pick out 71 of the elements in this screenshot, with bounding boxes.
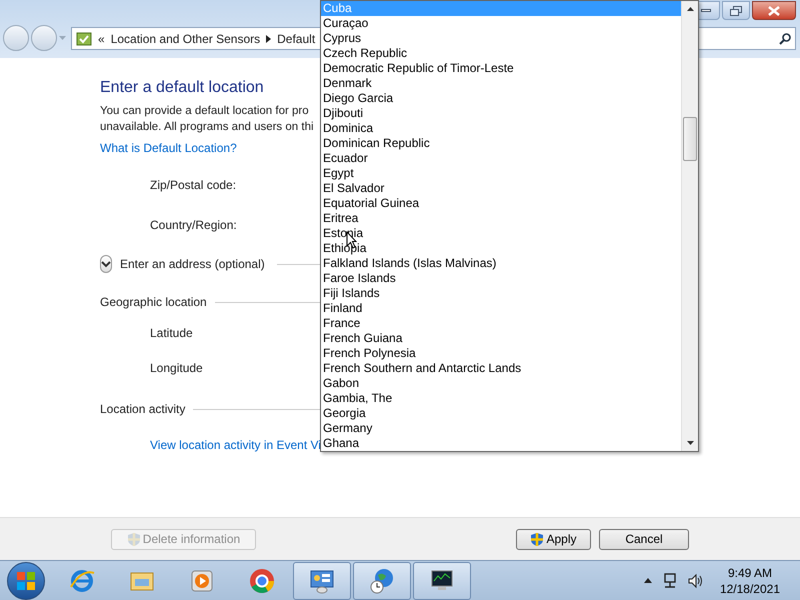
breadcrumb-item[interactable]: Default [277,30,316,48]
field-label: Zip/Postal code: [150,177,236,193]
list-option[interactable]: Finland [321,301,681,316]
page-title: Enter a default location [100,78,264,98]
section-label: Location activity [100,401,186,418]
volume-icon[interactable] [688,572,704,588]
list-option[interactable]: French Guiana [321,331,681,346]
list-option[interactable]: Equatorial Guinea [321,196,681,211]
list-option[interactable]: Denmark [321,76,681,91]
list-option[interactable]: Gabon [321,376,681,391]
list-option[interactable]: Fiji Islands [321,286,681,301]
list-option[interactable]: Czech Republic [321,46,681,61]
breadcrumb-item[interactable]: Location and Other Sensors [110,30,260,48]
search-icon[interactable] [779,32,791,44]
minimize-icon [701,9,711,12]
list-option[interactable]: French Polynesia [321,346,681,361]
restore-button[interactable] [722,1,750,20]
browser-icon [248,566,276,594]
list-option[interactable]: Georgia [321,406,681,421]
list-option[interactable]: Democratic Republic of Timor-Leste [321,61,681,76]
expand-button[interactable] [100,255,112,273]
list-option[interactable]: Diego Garcia [321,91,681,106]
clock-time[interactable]: 9:49 AM [728,564,772,580]
list-option[interactable]: Faroe Islands [321,271,681,286]
start-button[interactable] [7,562,45,600]
windows-logo-icon [16,570,36,590]
network-icon[interactable] [662,572,678,588]
show-hidden-icons-icon[interactable] [644,578,652,583]
list-option[interactable]: Gambia, The [321,391,681,406]
field-label: Longitude [150,360,203,376]
section-label: Geographic location [100,294,207,311]
event-viewer-link[interactable]: View location activity in Event Vi [150,436,321,454]
section-label: Enter an address (optional) [120,256,265,273]
field-label: Latitude [150,325,193,341]
scroll-up-icon[interactable] [687,7,694,11]
scroll-down-icon[interactable] [687,441,694,445]
scroll-thumb[interactable] [683,117,697,161]
list-option[interactable]: Dominica [321,121,681,136]
chevron-down-icon [101,260,111,268]
list-option[interactable]: Falkland Islands (Islas Malvinas) [321,256,681,271]
close-button[interactable] [752,1,796,20]
restore-icon [730,6,742,16]
list-option[interactable]: Ghana [321,436,681,451]
list-option[interactable]: Ethiopia [321,241,681,256]
list-option[interactable]: French Southern and Antarctic Lands [321,361,681,376]
list-option[interactable]: Cyprus [321,31,681,46]
control-panel-icon [76,30,92,46]
description-line: You can provide a default location for pro [100,104,309,119]
list-option[interactable]: Curaçao [321,16,681,31]
field-label: Country/Region: [150,217,237,233]
help-link[interactable]: What is Default Location? [100,140,237,156]
overflow-chevron[interactable]: « [98,30,105,48]
close-icon [768,6,780,16]
dialog-button[interactable]: Cancel [599,528,689,550]
breadcrumb-arrow-icon[interactable] [266,34,272,42]
list-option[interactable]: France [321,316,681,331]
dialog-button[interactable]: Apply [516,528,591,550]
list-option[interactable]: El Salvador [321,181,681,196]
taskbar-button[interactable] [293,562,351,600]
list-option[interactable]: Egypt [321,166,681,181]
description-line: unavailable. All programs and users on thi [100,120,314,135]
globe-clock-icon [368,566,396,594]
list-option[interactable]: Ecuador [321,151,681,166]
list-option[interactable]: Eritrea [321,211,681,226]
taskbar-button[interactable] [413,562,471,600]
list-option[interactable]: Djibouti [321,106,681,121]
clock-date[interactable]: 12/18/2021 [720,580,780,596]
list-option[interactable]: Dominican Republic [321,136,681,151]
dialog-button: Delete information [111,528,256,550]
list-option[interactable]: Germany [321,421,681,436]
scrollbar[interactable] [681,1,698,451]
